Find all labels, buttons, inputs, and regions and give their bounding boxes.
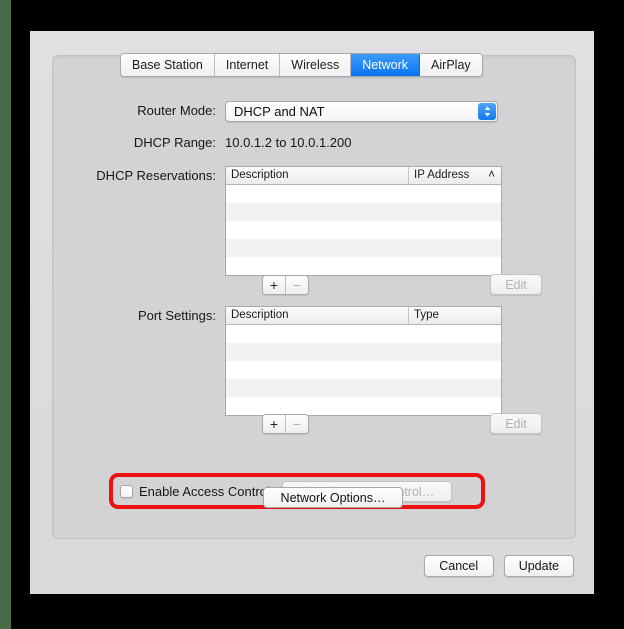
port-settings-row: Port Settings: Description Type <box>72 306 502 416</box>
port-settings-remove-button[interactable]: − <box>286 415 308 433</box>
table-row[interactable] <box>226 325 501 343</box>
table-row[interactable] <box>226 203 501 221</box>
table-row[interactable] <box>226 379 501 397</box>
cancel-button[interactable]: Cancel <box>423 555 494 577</box>
dhcp-reservations-table[interactable]: Description IP Address ˄ <box>225 166 502 276</box>
dhcp-reservations-add-remove-group: + − <box>262 275 309 295</box>
chevron-up-down-icon[interactable] <box>478 103 496 120</box>
column-header-ip-address[interactable]: IP Address ˄ <box>409 167 501 184</box>
port-settings-table-header: Description Type <box>226 307 501 325</box>
dhcp-range-row: DHCP Range: 10.0.1.2 to 10.0.1.200 <box>72 133 352 152</box>
port-settings-add-remove-group: + − <box>262 414 309 434</box>
table-row[interactable] <box>226 221 501 239</box>
dhcp-reservations-table-body[interactable] <box>226 185 501 275</box>
network-options-button[interactable]: Network Options… <box>263 487 403 508</box>
dhcp-range-value: 10.0.1.2 to 10.0.1.200 <box>225 135 352 150</box>
dhcp-reservations-label: DHCP Reservations: <box>96 168 216 183</box>
router-mode-select[interactable]: DHCP and NAT <box>225 101 498 122</box>
tab-wireless[interactable]: Wireless <box>280 54 352 76</box>
router-mode-label: Router Mode: <box>137 103 216 118</box>
tab-airplay[interactable]: AirPlay <box>420 54 482 76</box>
router-mode-value: DHCP and NAT <box>234 104 325 119</box>
port-settings-table-body[interactable] <box>226 325 501 415</box>
tab-base-station[interactable]: Base Station <box>121 54 215 76</box>
dhcp-reservations-row: DHCP Reservations: Description IP Addres… <box>72 166 502 276</box>
enable-access-control-label: Enable Access Control: <box>139 484 274 499</box>
update-button[interactable]: Update <box>503 555 574 577</box>
port-settings-label: Port Settings: <box>137 308 216 323</box>
table-row[interactable] <box>226 239 501 257</box>
port-settings-add-button[interactable]: + <box>263 415 286 433</box>
dhcp-reservations-table-header: Description IP Address ˄ <box>226 167 501 185</box>
airport-utility-window: Base Station Internet Wireless Network A… <box>30 31 594 594</box>
column-header-description[interactable]: Description <box>226 307 409 324</box>
dhcp-reservations-edit-button[interactable]: Edit <box>490 274 542 295</box>
column-header-type[interactable]: Type <box>409 307 501 324</box>
enable-access-control-checkbox[interactable] <box>120 485 133 498</box>
tab-bar: Base Station Internet Wireless Network A… <box>120 53 483 77</box>
tab-internet[interactable]: Internet <box>214 54 281 76</box>
dhcp-reservations-remove-button[interactable]: − <box>286 276 308 294</box>
table-row[interactable] <box>226 361 501 379</box>
port-settings-edit-button[interactable]: Edit <box>490 413 542 434</box>
desktop-wallpaper-strip <box>0 0 11 629</box>
port-settings-table[interactable]: Description Type <box>225 306 502 416</box>
table-row[interactable] <box>226 397 501 415</box>
dhcp-reservations-add-button[interactable]: + <box>263 276 286 294</box>
column-header-description[interactable]: Description <box>226 167 409 184</box>
table-row[interactable] <box>226 257 501 275</box>
tab-network[interactable]: Network <box>351 54 421 76</box>
settings-content-pane <box>52 55 576 539</box>
sort-ascending-icon: ˄ <box>488 169 495 181</box>
column-header-ip-address-label: IP Address <box>414 169 470 181</box>
table-row[interactable] <box>226 343 501 361</box>
table-row[interactable] <box>226 185 501 203</box>
window-action-buttons: Cancel Update <box>423 555 574 577</box>
dhcp-range-label: DHCP Range: <box>133 135 216 150</box>
router-mode-row: Router Mode: DHCP and NAT <box>72 101 498 122</box>
